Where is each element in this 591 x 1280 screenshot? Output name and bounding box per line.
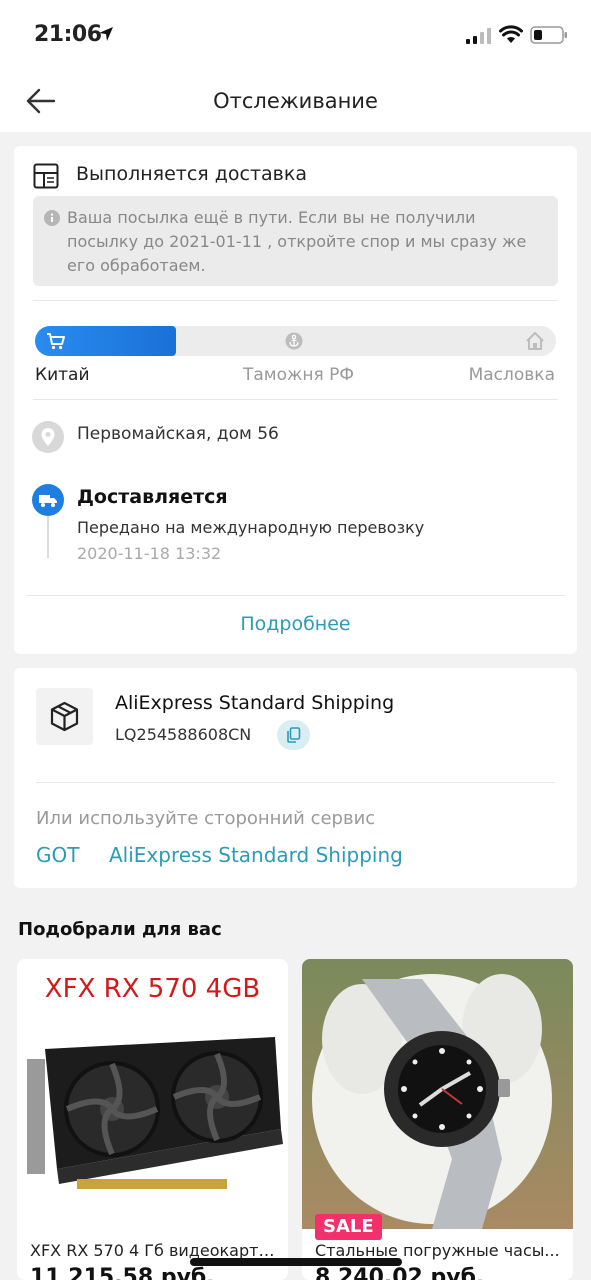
home-indicator[interactable] xyxy=(190,1258,402,1266)
truck-badge xyxy=(32,484,64,516)
delivery-notice: Ваша посылка ещё в пути. Если вы не полу… xyxy=(33,196,558,286)
alt-service-label: Или используйте сторонний сервис xyxy=(36,808,376,829)
tracking-card: Выполняется доставка Ваша посылка ещё в … xyxy=(14,146,577,654)
product-image-gpu: XFX RX 570 4GB xyxy=(17,959,288,1229)
event-timestamp: 2020-11-18 13:32 xyxy=(77,544,222,563)
graphics-card-image xyxy=(27,1037,283,1189)
truck-icon xyxy=(39,495,57,507)
product-card[interactable]: SALE Стальные погружные часы... 8 240,02… xyxy=(302,959,573,1280)
status-time: 21:06 xyxy=(34,22,102,47)
shipment-progress-bar xyxy=(35,326,556,356)
stage-label-customs: Таможня РФ xyxy=(243,365,354,385)
copy-icon xyxy=(287,727,301,743)
divider xyxy=(33,399,558,400)
package-icon xyxy=(50,701,79,732)
delivery-status-title: Выполняется доставка xyxy=(76,163,307,185)
event-title: Доставляется xyxy=(77,486,228,508)
stage-label-origin: Китай xyxy=(35,365,90,385)
product-image-heading: XFX RX 570 4GB xyxy=(44,974,261,1004)
cart-icon xyxy=(47,333,65,350)
location-pin-icon xyxy=(41,428,55,446)
wifi-icon xyxy=(499,25,523,43)
divider xyxy=(33,300,558,301)
alt-service-aliexpress-link[interactable]: AliExpress Standard Shipping xyxy=(109,843,403,867)
stage-label-destination: Масловка xyxy=(468,365,555,385)
page-title: Отслеживание xyxy=(213,89,378,113)
copy-button[interactable] xyxy=(277,720,310,750)
carrier-name: AliExpress Standard Shipping xyxy=(115,692,395,714)
delivery-address: Первомайская, дом 56 xyxy=(77,424,279,444)
alt-service-got-link[interactable]: GOT xyxy=(36,843,79,867)
house-icon xyxy=(526,332,544,350)
product-price: 8 240,02 руб. xyxy=(315,1265,485,1280)
shipping-card: AliExpress Standard Shipping LQ254588608… xyxy=(14,668,577,888)
package-tile xyxy=(36,688,93,745)
status-bar: 21:06 xyxy=(0,0,591,70)
nav-bar: Отслеживание xyxy=(0,70,591,132)
timeline-line xyxy=(47,516,49,558)
sale-badge: SALE xyxy=(315,1214,382,1240)
anchor-icon xyxy=(285,332,303,350)
parcel-status-icon xyxy=(33,163,59,189)
event-description: Передано на международную перевозку xyxy=(77,518,425,537)
more-details-link[interactable]: Подробнее xyxy=(14,613,577,635)
product-card[interactable]: XFX RX 570 4GB XFX RX 570 4 Гб видеокарт… xyxy=(17,959,288,1280)
product-image-watch xyxy=(302,959,573,1229)
diver-watch-image xyxy=(302,959,573,1229)
divider xyxy=(26,595,565,596)
info-icon xyxy=(44,210,60,226)
signal-icon xyxy=(466,28,491,44)
product-price: 11 215,58 руб. xyxy=(30,1265,215,1280)
notice-text: Ваша посылка ещё в пути. Если вы не полу… xyxy=(67,208,527,275)
battery-icon xyxy=(530,26,567,44)
tracking-number: LQ254588608CN xyxy=(115,725,252,744)
divider xyxy=(36,782,555,783)
location-arrow-icon xyxy=(99,27,113,41)
location-pin-badge xyxy=(32,421,64,453)
recommendations-title: Подобрали для вас xyxy=(18,919,222,940)
